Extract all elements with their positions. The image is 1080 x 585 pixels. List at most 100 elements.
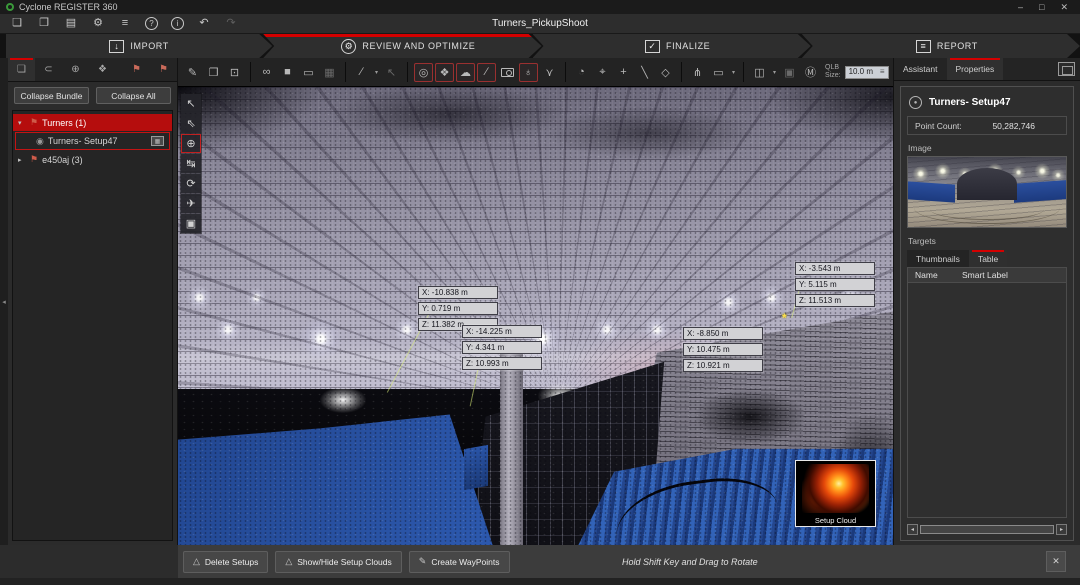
tab-thumbnails[interactable]: Thumbnails — [907, 250, 969, 267]
scrollbar-thumb[interactable] — [920, 525, 1054, 534]
cube-view-icon[interactable]: ◫ — [750, 63, 769, 82]
collapse-all-button[interactable]: Collapse All — [96, 87, 171, 104]
tab-table[interactable]: Table — [969, 250, 1007, 267]
bundle-view-1-button[interactable]: ⚑ — [123, 58, 150, 81]
sidebar-tab-bundles[interactable]: ❏ — [8, 58, 35, 81]
sidebar-tab-tags[interactable]: ❖ — [89, 58, 116, 81]
settings-gear-icon[interactable]: ⚙ — [91, 18, 105, 29]
setup-walk-icon[interactable]: ⋔ — [688, 63, 707, 82]
scroll-left-icon[interactable]: ◂ — [907, 524, 918, 535]
status-strip — [0, 578, 1080, 585]
info-icon[interactable]: i — [171, 17, 184, 30]
delete-setups-label: Delete Setups — [205, 557, 258, 567]
project-sidebar: ❏ ⊂ ⊕ ❖ ⚑ ⚑ Collapse Bundle Collapse All… — [8, 58, 178, 545]
target-marker[interactable]: * — [782, 311, 787, 325]
caret-right-icon[interactable]: ▸ — [18, 156, 26, 164]
show-images-toggle[interactable] — [498, 63, 517, 82]
setup-image-icon[interactable]: ▦ — [151, 136, 164, 146]
targets-tab-bar: Thumbnails Table — [907, 250, 1067, 267]
sidebar-tab-links[interactable]: ⊂ — [35, 58, 62, 81]
look-around-tool[interactable]: ⟳ — [181, 174, 201, 193]
show-targets-toggle[interactable]: ◎ — [414, 63, 433, 82]
pano-image-thumbnail[interactable] — [907, 156, 1067, 228]
zoom-region-icon[interactable]: ⊡ — [225, 63, 244, 82]
tab-report-label: REPORT — [937, 41, 978, 51]
select-tool[interactable]: ↖ — [181, 94, 201, 113]
right-panel-tab-bar: Assistant Properties — [894, 58, 1080, 81]
tab-finalize-label: FINALIZE — [666, 41, 710, 51]
measure-tool-icon[interactable]: ∕ — [352, 63, 371, 82]
globe-icon: ⊕ — [71, 64, 79, 75]
qlb-size-input[interactable]: 10.0 m ≡ — [845, 66, 889, 79]
undo-icon[interactable]: ↶ — [197, 18, 211, 29]
horizontal-scrollbar[interactable]: ◂ ▸ — [907, 523, 1067, 536]
setup-name: Turners- Setup47 — [929, 97, 1011, 108]
box-views-icon[interactable]: ◇ — [656, 63, 675, 82]
open-project-icon[interactable]: ❏ — [10, 18, 24, 29]
tree-item-e450aj-bundle[interactable]: ▸ ⚑ e450aj (3) — [13, 151, 172, 168]
pie-slice-icon[interactable]: ◔ — [572, 63, 591, 82]
collapse-bundle-button[interactable]: Collapse Bundle — [14, 87, 89, 104]
show-labels-toggle[interactable]: ❖ — [435, 63, 454, 82]
close-button[interactable]: ✕ — [1060, 2, 1068, 13]
geo-pin-icon[interactable]: ⌖ — [593, 63, 612, 82]
recent-projects-icon[interactable]: ❐ — [37, 18, 51, 29]
show-measurements-toggle[interactable]: ∕ — [477, 63, 496, 82]
tab-properties[interactable]: Properties — [947, 58, 1004, 80]
fence-select-icon[interactable]: ▭ — [709, 63, 728, 82]
database-icon[interactable]: ≡ — [118, 18, 132, 29]
tripod-icon: △ — [285, 556, 292, 567]
view-cube-tool[interactable]: ▣ — [181, 214, 201, 233]
tab-report[interactable]: ≡ REPORT — [802, 34, 1080, 58]
measure-dropdown-caret[interactable]: ▾ — [373, 69, 380, 76]
storage-card-icon[interactable]: ▤ — [64, 18, 78, 29]
fence-dropdown-caret[interactable]: ▾ — [730, 69, 737, 76]
tree-item-turners-setup47[interactable]: ◉ Turners- Setup47 ▦ — [15, 132, 170, 150]
bundle-view-2-button[interactable]: ⚑ — [150, 58, 177, 81]
annotate-icon[interactable]: ✎ — [183, 63, 202, 82]
cube-m-icon[interactable]: Ⓜ — [801, 63, 820, 82]
sidebar-tab-sites[interactable]: ⊕ — [62, 58, 89, 81]
dismiss-bar-button[interactable]: ✕ — [1046, 551, 1066, 572]
fit-width-tool[interactable]: ↹ — [181, 154, 201, 173]
targets-table-body[interactable] — [908, 283, 1066, 517]
tab-finalize[interactable]: ✓ FINALIZE — [533, 34, 811, 58]
setup-cloud-inset[interactable]: Setup Cloud — [795, 460, 876, 527]
point-select-tool[interactable]: ⇖ — [181, 114, 201, 133]
draw-line-icon[interactable]: ╲ — [635, 63, 654, 82]
cube-dropdown-caret[interactable]: ▾ — [771, 69, 778, 76]
cube-slice-icon[interactable]: ▣ — [780, 63, 799, 82]
qlb-slider-icon[interactable]: ≡ — [880, 67, 885, 76]
tab-assistant[interactable]: Assistant — [894, 58, 947, 80]
app-logo-icon — [6, 3, 14, 11]
filter-icon[interactable]: ⋎ — [540, 63, 559, 82]
point-count-value: 50,282,746 — [992, 121, 1035, 131]
pano-view-icon[interactable]: ▭ — [299, 63, 318, 82]
tab-import[interactable]: ↓ IMPORT — [6, 34, 272, 58]
scroll-right-icon[interactable]: ▸ — [1056, 524, 1067, 535]
show-geotags-toggle[interactable]: ♀ — [519, 63, 538, 82]
sidebar-collapse-handle[interactable]: ◂ — [0, 58, 8, 545]
panel-collapse-icon: ◂ — [2, 298, 6, 306]
create-waypoints-button[interactable]: ✎ Create WayPoints — [409, 551, 510, 573]
maximize-button[interactable]: □ — [1039, 2, 1044, 13]
bundle-icon: ⚑ — [30, 117, 38, 128]
minimize-button[interactable]: – — [1018, 2, 1023, 13]
merge-clouds-icon[interactable]: ∞ — [257, 63, 276, 82]
move-axes-icon[interactable]: + — [614, 63, 633, 82]
fill-view-icon[interactable]: ■ — [278, 63, 297, 82]
coord-y: Y: 5.115 m — [795, 278, 875, 291]
delete-setups-button[interactable]: △ Delete Setups — [183, 551, 268, 573]
show-hide-setup-clouds-button[interactable]: △ Show/Hide Setup Clouds — [275, 551, 401, 573]
show-clouds-toggle[interactable]: ☁ — [456, 63, 475, 82]
tab-review-and-optimize[interactable]: ⚙ REVIEW AND OPTIMIZE — [263, 34, 541, 58]
duplicate-stack-icon[interactable]: ❐ — [204, 63, 223, 82]
pick-point-icon[interactable]: ↖ — [382, 63, 401, 82]
point-cloud-viewport[interactable]: X: -10.838 m Y: 0.719 m Z: 11.382 m X: -… — [178, 87, 893, 545]
pan-orbit-tool[interactable]: ⊕ — [181, 134, 201, 153]
fly-tool[interactable]: ✈ — [181, 194, 201, 213]
help-icon[interactable]: ? — [145, 17, 158, 30]
tree-item-turners-bundle[interactable]: ▾ ⚑ Turners (1) — [13, 114, 172, 131]
detach-panel-icon[interactable] — [1058, 62, 1075, 76]
caret-down-icon[interactable]: ▾ — [18, 119, 26, 127]
